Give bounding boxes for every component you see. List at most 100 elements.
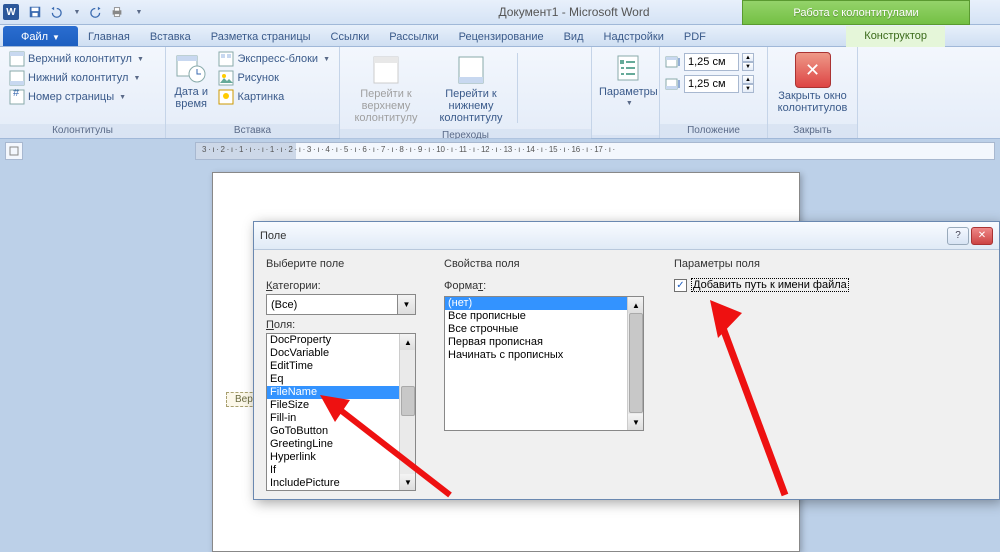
save-icon[interactable] [26,3,44,21]
format-label: Формат: [444,280,656,292]
list-item[interactable]: IncludePicture [267,477,415,490]
list-item[interactable]: Все строчные [445,323,643,336]
checkbox-checked-icon[interactable]: ✓ [674,279,687,292]
undo-dropdown[interactable]: ▼ [68,3,86,21]
scroll-down[interactable]: ▼ [628,414,644,430]
list-item[interactable]: Fill-in [267,412,415,425]
btn-page-number[interactable]: #Номер страницы▼ [5,88,148,106]
contextual-tab-header: Работа с колонтитулами [742,0,970,25]
spin-up[interactable]: ▲ [742,53,754,62]
field-properties-section: Свойства поля Формат: (нет)Все прописные… [444,258,656,491]
choose-field-section: Выберите поле Категории: (Все) ▼ Поля: D… [266,258,426,491]
section-header: Свойства поля [444,258,656,270]
spin-down[interactable]: ▼ [742,62,754,71]
ruler-corner[interactable] [5,142,23,160]
field-options-section: Параметры поля ✓ Добавить путь к имени ф… [674,258,944,491]
group-label: Колонтитулы [0,124,165,138]
footer-from-bottom[interactable]: 1,25 см ▲▼ [665,74,754,94]
tab-file[interactable]: Файл▼ [3,26,78,46]
spin-up[interactable]: ▲ [742,75,754,84]
scroll-thumb[interactable] [629,313,643,413]
format-listbox[interactable]: (нет)Все прописныеВсе строчныеПервая про… [444,296,644,431]
group-label: Закрыть [768,124,857,138]
ribbon: Верхний колонтитул▼ Нижний колонтитул▼ #… [0,47,1000,139]
chevron-down-icon[interactable]: ▼ [397,295,415,314]
word-icon: W [3,4,19,20]
horizontal-ruler[interactable]: 3 · ı · 2 · ı · 1 · ı · · ı · 1 · ı · 2 … [195,142,995,160]
btn-options[interactable]: Параметры▼ [597,50,660,109]
quick-access-toolbar: ▼ ▼ [26,3,148,21]
undo-icon[interactable] [46,3,64,21]
tab-insert[interactable]: Вставка [140,28,201,46]
list-item[interactable]: DocVariable [267,347,415,360]
tab-home[interactable]: Главная [78,28,140,46]
close-button[interactable]: ✕ [971,227,993,245]
redo-icon[interactable] [88,3,106,21]
list-item[interactable]: GreetingLine [267,438,415,451]
list-item[interactable]: Начинать с прописных [445,349,643,362]
group-position: 1,25 см ▲▼ 1,25 см ▲▼ Положение [660,47,768,138]
categories-combobox[interactable]: (Все) ▼ [266,294,416,315]
add-path-label: Добавить путь к имени файла [691,278,849,292]
list-item[interactable]: If [267,464,415,477]
group-label: Положение [660,124,767,138]
spin-down[interactable]: ▼ [742,84,754,93]
print-icon[interactable] [108,3,126,21]
scrollbar[interactable]: ▲ ▼ [627,297,643,430]
list-item[interactable]: Hyperlink [267,451,415,464]
tab-references[interactable]: Ссылки [321,28,380,46]
dialog-titlebar[interactable]: Поле ? ✕ [254,222,999,250]
btn-footer[interactable]: Нижний колонтитул▼ [5,69,148,87]
scroll-up[interactable]: ▲ [400,334,416,350]
list-item[interactable]: EditTime [267,360,415,373]
svg-text:#: # [13,89,20,99]
btn-date-time[interactable]: Дата и время [171,50,211,112]
scrollbar[interactable]: ▲ ▼ [399,334,415,490]
btn-close-hf[interactable]: ✕ Закрыть окно колонтитулов [773,50,852,116]
group-insert: Дата и время Экспресс-блоки▼ Рисунок Кар… [166,47,340,138]
btn-quick-parts[interactable]: Экспресс-блоки▼ [214,50,334,68]
close-icon: ✕ [795,52,831,88]
list-item[interactable]: FileName [267,386,415,399]
tab-layout[interactable]: Разметка страницы [201,28,321,46]
qat-customize[interactable]: ▼ [130,3,148,21]
section-header: Параметры поля [674,258,944,270]
group-close: ✕ Закрыть окно колонтитулов Закрыть [768,47,858,138]
list-item[interactable]: Все прописные [445,310,643,323]
list-item[interactable]: Eq [267,373,415,386]
list-item[interactable]: Первая прописная [445,336,643,349]
section-header: Выберите поле [266,258,426,270]
group-options: Параметры▼ [592,47,660,138]
btn-clipart[interactable]: Картинка [214,88,334,106]
btn-goto-header[interactable]: Перейти к верхнему колонтитулу [345,52,427,126]
categories-label: Категории: [266,280,426,292]
group-label: Вставка [166,124,339,138]
list-item[interactable]: (нет) [445,297,643,310]
list-item[interactable]: IncludeText [267,490,415,491]
scroll-thumb[interactable] [401,386,415,416]
tab-review[interactable]: Рецензирование [449,28,554,46]
fields-listbox[interactable]: DocPropertyDocVariableEditTimeEqFileName… [266,333,416,491]
scroll-up[interactable]: ▲ [628,297,644,313]
list-item[interactable]: FileSize [267,399,415,412]
help-button[interactable]: ? [947,227,969,245]
group-label [592,135,659,138]
group-headers-footers: Верхний колонтитул▼ Нижний колонтитул▼ #… [0,47,166,138]
add-path-checkbox-row[interactable]: ✓ Добавить путь к имени файла [674,278,944,292]
btn-goto-footer[interactable]: Перейти к нижнему колонтитулу [430,52,512,126]
field-dialog: Поле ? ✕ Выберите поле Категории: (Все) … [253,221,1000,500]
dialog-title: Поле [260,230,947,242]
tab-pdf[interactable]: PDF [674,28,716,46]
header-from-top[interactable]: 1,25 см ▲▼ [665,52,754,72]
scroll-down[interactable]: ▼ [400,474,416,490]
tab-addins[interactable]: Надстройки [594,28,674,46]
tab-view[interactable]: Вид [554,28,594,46]
tab-designer[interactable]: Конструктор [846,26,945,47]
tab-mailings[interactable]: Рассылки [379,28,448,46]
fields-label: Поля: [266,319,426,331]
list-item[interactable]: DocProperty [267,334,415,347]
group-navigation: Перейти к верхнему колонтитулу Перейти к… [340,47,592,138]
list-item[interactable]: GoToButton [267,425,415,438]
btn-picture[interactable]: Рисунок [214,69,334,87]
btn-header[interactable]: Верхний колонтитул▼ [5,50,148,68]
